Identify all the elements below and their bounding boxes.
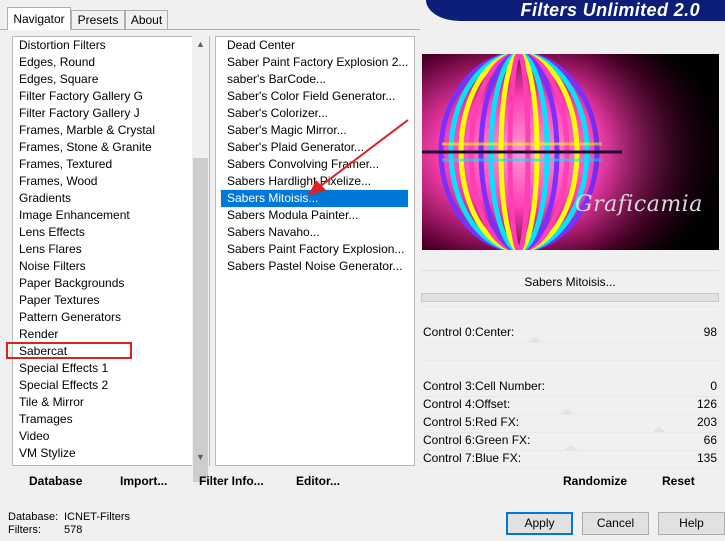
filter-item[interactable]: Sabers Paint Factory Explosion... bbox=[221, 241, 408, 258]
control-row[interactable]: Control 0:Center: 98 bbox=[421, 324, 719, 342]
control-row[interactable]: Control 7:Blue FX: 135 bbox=[421, 450, 719, 467]
category-item[interactable]: VM Stylize bbox=[13, 445, 155, 462]
category-item[interactable]: Frames, Stone & Granite bbox=[13, 139, 155, 156]
control-separator bbox=[421, 468, 719, 469]
control-separator bbox=[421, 432, 719, 433]
filter-name-label: Sabers Mitoisis... bbox=[421, 270, 719, 293]
category-item[interactable]: Video bbox=[13, 428, 155, 445]
filter-item[interactable]: Sabers Modula Painter... bbox=[221, 207, 408, 224]
control-value[interactable]: 135 bbox=[697, 450, 717, 467]
control-row[interactable]: Control 6:Green FX: 66 bbox=[421, 432, 719, 450]
status-database-value: ICNET-Filters bbox=[64, 511, 130, 523]
import-button[interactable]: Import... bbox=[120, 474, 167, 488]
category-item[interactable]: Render bbox=[13, 326, 155, 343]
category-item[interactable]: Paper Backgrounds bbox=[13, 275, 155, 292]
control-separator bbox=[421, 306, 719, 307]
control-label: Control 6:Green FX: bbox=[423, 433, 531, 447]
status-filters-value: 578 bbox=[64, 524, 83, 536]
control-value[interactable]: 203 bbox=[697, 414, 717, 431]
control-separator bbox=[421, 360, 719, 361]
control-row[interactable]: Control 4:Offset: 126 bbox=[421, 396, 719, 414]
cancel-button[interactable]: Cancel bbox=[582, 512, 649, 535]
filter-item[interactable]: Saber's Color Field Generator... bbox=[221, 88, 408, 105]
filter-item[interactable]: saber's BarCode... bbox=[221, 71, 408, 88]
category-item[interactable]: Gradients bbox=[13, 190, 155, 207]
scroll-up-icon[interactable]: ▲ bbox=[192, 36, 209, 53]
control-label: Control 4:Offset: bbox=[423, 397, 511, 411]
category-item[interactable]: Tramages bbox=[13, 411, 155, 428]
control-value[interactable]: 126 bbox=[697, 396, 717, 413]
category-item[interactable]: Distortion Filters bbox=[13, 37, 155, 54]
control-label: Control 5:Red FX: bbox=[423, 415, 520, 429]
category-item[interactable]: Special Effects 2 bbox=[13, 377, 155, 394]
category-item[interactable]: Lens Effects bbox=[13, 224, 155, 241]
control-value[interactable]: 0 bbox=[710, 378, 717, 395]
filter-item[interactable]: Saber Paint Factory Explosion 2... bbox=[221, 54, 408, 71]
status-filters: Filters: 578 bbox=[8, 524, 82, 537]
category-item[interactable]: Filter Factory Gallery J bbox=[13, 105, 155, 122]
control-value[interactable]: 98 bbox=[704, 324, 717, 341]
status-filters-label: Filters: bbox=[8, 524, 41, 536]
filter-item[interactable]: Sabers Navaho... bbox=[221, 224, 408, 241]
category-list[interactable]: Distortion Filters Edges, Round Edges, Squ… bbox=[12, 36, 210, 466]
category-item[interactable]: Lens Flares bbox=[13, 241, 155, 258]
category-item[interactable]: Noise Filters bbox=[13, 258, 155, 275]
tab-navigator[interactable]: Navigator bbox=[7, 7, 71, 30]
scroll-down-icon[interactable]: ▼ bbox=[192, 449, 209, 466]
category-item[interactable]: Pattern Generators bbox=[13, 309, 155, 326]
app-banner: Filters Unlimited 2.0 bbox=[426, 0, 725, 21]
mitosis-pattern bbox=[422, 54, 719, 250]
category-item[interactable]: Frames, Textured bbox=[13, 156, 155, 173]
category-item[interactable]: Paper Textures bbox=[13, 292, 155, 309]
category-item[interactable]: Edges, Square bbox=[13, 71, 155, 88]
progress-bar bbox=[421, 293, 719, 302]
control-separator bbox=[421, 342, 719, 343]
category-item[interactable]: Frames, Wood bbox=[13, 173, 155, 190]
status-database-label: Database: bbox=[8, 511, 59, 523]
category-item[interactable]: Tile & Mirror bbox=[13, 394, 155, 411]
database-button[interactable]: Database bbox=[29, 474, 82, 488]
tab-presets[interactable]: Presets bbox=[71, 10, 125, 29]
control-label: Control 7:Blue FX: bbox=[423, 451, 522, 465]
filter-info-button[interactable]: Filter Info... bbox=[199, 474, 264, 488]
control-separator bbox=[421, 396, 719, 397]
watermark: Graficamia bbox=[575, 192, 703, 217]
preview-image: Graficamia bbox=[422, 54, 719, 250]
status-database: Database: ICNET-Filters bbox=[8, 511, 130, 524]
reset-button[interactable]: Reset bbox=[662, 474, 695, 488]
highlight-box bbox=[6, 342, 132, 359]
control-value[interactable]: 66 bbox=[704, 432, 717, 449]
randomize-button[interactable]: Randomize bbox=[563, 474, 627, 488]
category-item[interactable]: Edges, Round bbox=[13, 54, 155, 71]
control-separator bbox=[421, 414, 719, 415]
control-separator bbox=[421, 450, 719, 451]
annotation-arrow bbox=[308, 119, 409, 196]
filter-item[interactable]: Sabers Pastel Noise Generator... bbox=[221, 258, 408, 275]
control-label: Control 3:Cell Number: bbox=[423, 379, 546, 393]
category-item[interactable]: Frames, Marble & Crystal bbox=[13, 122, 155, 139]
app-title: Filters Unlimited 2.0 bbox=[520, 0, 700, 20]
tab-about[interactable]: About bbox=[125, 10, 168, 29]
control-row[interactable]: Control 3:Cell Number: 0 bbox=[421, 378, 719, 395]
category-item[interactable]: Filter Factory Gallery G bbox=[13, 88, 155, 105]
editor-button[interactable]: Editor... bbox=[296, 474, 340, 488]
control-row[interactable]: Control 5:Red FX: 203 bbox=[421, 414, 719, 432]
filter-list[interactable]: Dead Center Saber Paint Factory Explosion… bbox=[215, 36, 415, 466]
category-scrollbar[interactable]: ▲ ▼ bbox=[192, 36, 209, 482]
filter-item[interactable]: Dead Center bbox=[221, 37, 408, 54]
category-item[interactable]: Image Enhancement bbox=[13, 207, 155, 224]
help-button[interactable]: Help bbox=[658, 512, 725, 535]
category-item[interactable]: Special Effects 1 bbox=[13, 360, 155, 377]
apply-button[interactable]: Apply bbox=[506, 512, 573, 535]
scroll-thumb[interactable] bbox=[193, 158, 208, 482]
control-label: Control 0:Center: bbox=[423, 325, 515, 339]
